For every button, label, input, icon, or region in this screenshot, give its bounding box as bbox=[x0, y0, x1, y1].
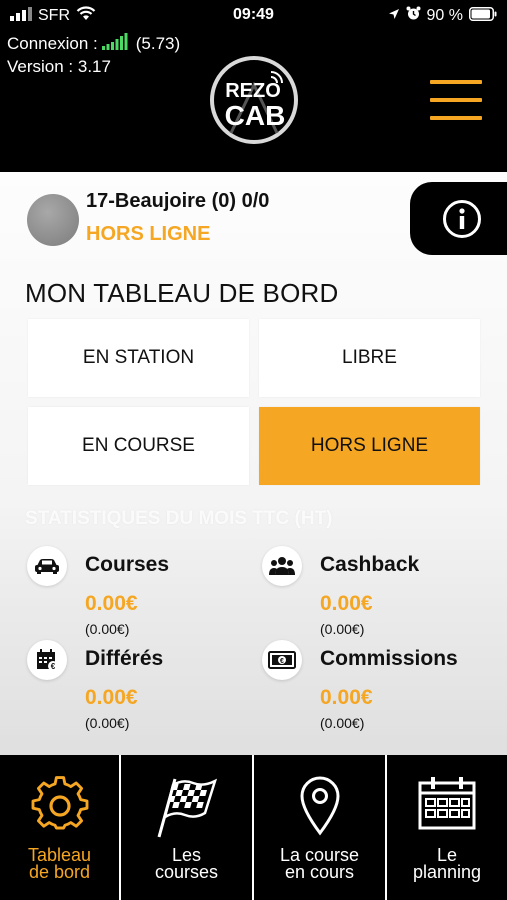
nav-les-courses[interactable]: Les courses bbox=[121, 755, 254, 900]
location-arrow-icon bbox=[388, 7, 400, 25]
logo-text-top: REZO bbox=[225, 80, 281, 102]
nav-label: Tableau de bord bbox=[0, 846, 119, 882]
stats-title: STATISTIQUES DU MOIS TTC (HT) bbox=[25, 508, 333, 529]
stat-subvalue: (0.00€) bbox=[85, 621, 130, 637]
stat-subvalue: (0.00€) bbox=[85, 715, 130, 731]
stat-value: 0.00€ bbox=[85, 686, 138, 709]
checkered-flag-icon bbox=[157, 778, 217, 838]
avatar bbox=[27, 194, 79, 246]
dashboard-title: MON TABLEAU DE BORD bbox=[25, 278, 339, 308]
connection-label: Connexion : bbox=[7, 34, 98, 53]
battery-percent: 90 % bbox=[426, 7, 463, 24]
status-bar: SFR 09:49 90 % bbox=[0, 0, 507, 30]
stat-subvalue: (0.00€) bbox=[320, 621, 365, 637]
banknote-icon: € bbox=[262, 640, 302, 680]
signal-bars-icon bbox=[101, 32, 132, 56]
rezocab-logo: REZO CAB bbox=[209, 55, 299, 145]
car-icon bbox=[27, 546, 67, 586]
status-button-en-course[interactable]: EN COURSE bbox=[28, 407, 249, 485]
people-icon bbox=[262, 546, 302, 586]
info-icon bbox=[443, 200, 481, 238]
stat-label: Différés bbox=[85, 647, 164, 670]
bottom-nav: Tableau de bord Les courses La course en… bbox=[0, 755, 507, 900]
stat-cashback: Cashback 0.00€ (0.00€) bbox=[262, 546, 492, 637]
logo-text-bottom: CAB bbox=[225, 100, 286, 131]
stat-value: 0.00€ bbox=[320, 686, 373, 709]
nav-label: La course en cours bbox=[254, 846, 385, 882]
station-name: 17-Beaujoire (0) 0/0 bbox=[86, 190, 270, 212]
connection-info: Connexion : (5.73) Version : 3.17 bbox=[7, 32, 180, 78]
status-button-hors-ligne[interactable]: HORS LIGNE bbox=[259, 407, 480, 485]
stat-label: Commissions bbox=[320, 647, 458, 670]
nav-la-course-en-cours[interactable]: La course en cours bbox=[254, 755, 387, 900]
stat-commissions: € Commissions 0.00€ (0.00€) bbox=[262, 640, 492, 731]
stat-label: Courses bbox=[85, 553, 170, 576]
stat-subvalue: (0.00€) bbox=[320, 715, 365, 731]
station-status: HORS LIGNE bbox=[86, 223, 211, 245]
app-version: Version : 3.17 bbox=[7, 57, 111, 76]
map-pin-icon bbox=[299, 776, 340, 836]
status-button-libre[interactable]: LIBRE bbox=[259, 319, 480, 397]
nav-label: Le planning bbox=[387, 846, 507, 882]
calendar-icon bbox=[418, 777, 476, 830]
stat-value: 0.00€ bbox=[320, 592, 373, 615]
nav-label: Les courses bbox=[121, 846, 252, 882]
dashboard-content: 17-Beaujoire (0) 0/0 HORS LIGNE MON TABL… bbox=[0, 172, 507, 755]
battery-icon bbox=[469, 6, 497, 26]
app-header: SFR 09:49 90 % Connexion: (5.73) Versio… bbox=[0, 0, 507, 172]
hamburger-menu-button[interactable] bbox=[430, 80, 482, 122]
info-button[interactable] bbox=[410, 182, 507, 255]
svg-text:€: € bbox=[280, 658, 284, 665]
status-button-en-station[interactable]: EN STATION bbox=[28, 319, 249, 397]
alarm-icon bbox=[406, 6, 421, 26]
stat-label: Cashback bbox=[320, 553, 420, 576]
nav-label-line: en cours bbox=[284, 862, 355, 882]
nav-le-planning[interactable]: Le planning bbox=[387, 755, 507, 900]
calendar-euro-icon: € bbox=[27, 640, 67, 680]
stat-differes: € Différés 0.00€ (0.00€) bbox=[27, 640, 257, 731]
nav-label-line: de bord bbox=[28, 862, 91, 882]
stat-value: 0.00€ bbox=[85, 592, 138, 615]
connection-speed: (5.73) bbox=[135, 34, 181, 53]
hamburger-bar bbox=[430, 80, 482, 84]
nav-tableau-de-bord[interactable]: Tableau de bord bbox=[0, 755, 121, 900]
nav-label-line: planning bbox=[412, 862, 482, 882]
hamburger-bar bbox=[430, 98, 482, 102]
gear-icon bbox=[31, 776, 88, 830]
nav-label-line: courses bbox=[154, 862, 219, 882]
svg-text:€: € bbox=[51, 662, 56, 671]
stat-courses: Courses 0.00€ (0.00€) bbox=[27, 546, 257, 637]
hamburger-bar bbox=[430, 116, 482, 120]
